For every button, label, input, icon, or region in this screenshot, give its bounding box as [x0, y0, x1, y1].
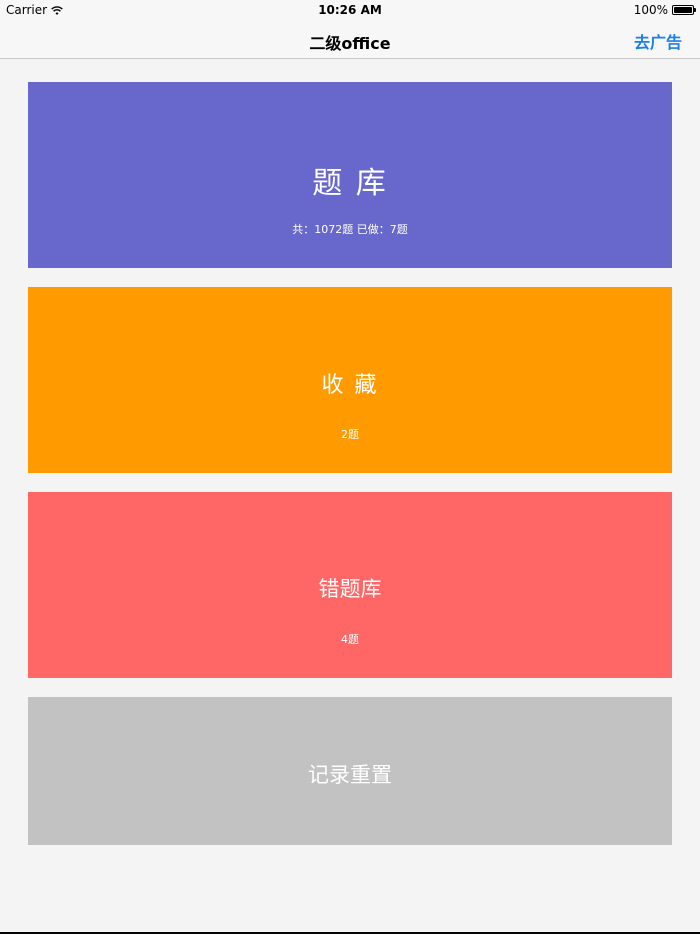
- status-bar: Carrier 10:26 AM 100%: [0, 0, 700, 20]
- wrong-questions-title: 错题库: [318, 577, 382, 601]
- favorites-count: 2题: [341, 428, 359, 441]
- battery-icon: [672, 5, 696, 15]
- wrong-questions-count: 4题: [341, 633, 359, 646]
- navigation-bar: 二级office 去广告: [0, 20, 700, 59]
- remove-ads-button[interactable]: 去广告: [634, 29, 682, 53]
- wrong-questions-card[interactable]: 错题库 4题: [28, 492, 672, 678]
- question-bank-title: 题 库: [312, 166, 388, 201]
- reset-records-label: 记录重置: [308, 763, 392, 787]
- status-time: 10:26 AM: [318, 3, 382, 17]
- question-bank-stats: 共：1072题 已做：7题: [292, 223, 408, 236]
- page-title: 二级office: [309, 34, 391, 53]
- question-bank-card[interactable]: 题 库 共：1072题 已做：7题: [28, 82, 672, 268]
- favorites-title: 收 藏: [321, 373, 379, 398]
- battery-percent: 100%: [633, 3, 668, 17]
- favorites-card[interactable]: 收 藏 2题: [28, 287, 672, 473]
- status-right: 100%: [633, 3, 696, 17]
- reset-records-button[interactable]: 记录重置: [28, 697, 672, 845]
